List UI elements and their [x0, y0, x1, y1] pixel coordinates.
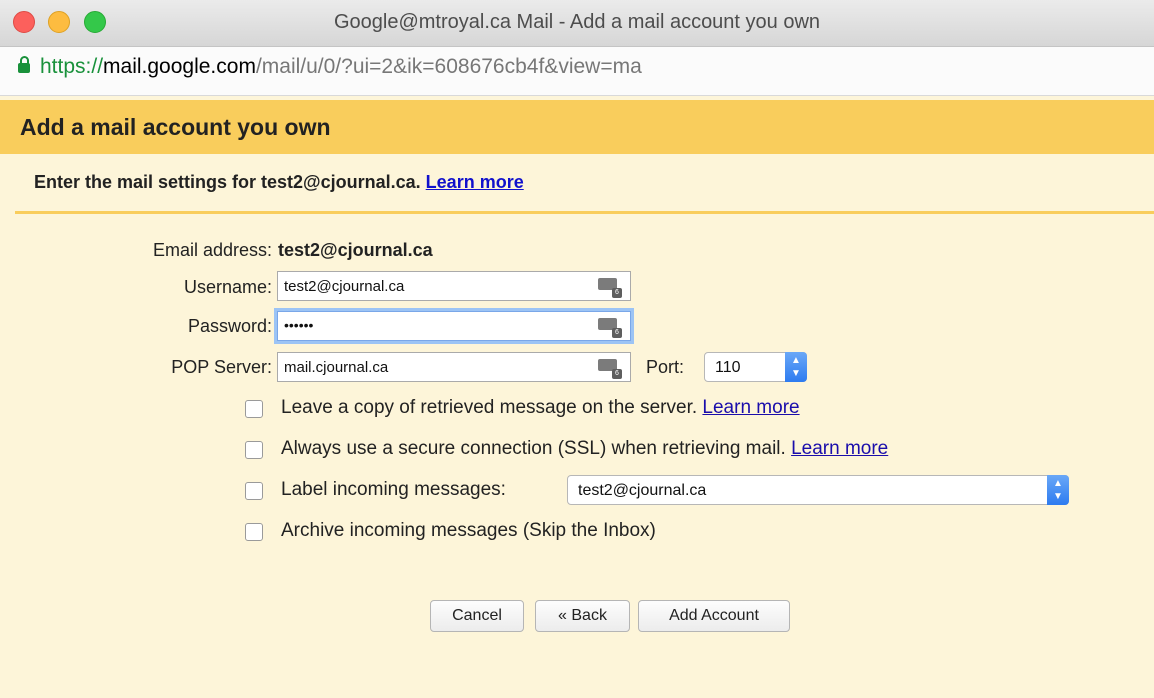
pop-server-value: mail.cjournal.ca: [284, 359, 389, 376]
username-value: test2@cjournal.ca: [284, 278, 405, 295]
leave-copy-label: Leave a copy of retrieved message on the…: [281, 397, 698, 418]
divider: [15, 211, 1154, 214]
learn-more-link[interactable]: Learn more: [426, 172, 524, 192]
url-path: /mail/u/0/?ui=2&ik=608676cb4f&view=ma: [255, 55, 642, 78]
url-text[interactable]: https://mail.google.com/mail/u/0/?ui=2&i…: [40, 55, 642, 79]
instructions-text: Enter the mail settings for test2@cjourn…: [34, 172, 421, 192]
label-select-value: test2@cjournal.ca: [578, 482, 707, 499]
url-host: mail.google.com: [103, 55, 256, 78]
archive-checkbox[interactable]: [245, 523, 263, 541]
port-select[interactable]: 110 ▲ ▼: [704, 352, 807, 382]
chevron-updown-icon: ▲ ▼: [1047, 475, 1069, 505]
leave-copy-option: Leave a copy of retrieved message on the…: [281, 397, 800, 419]
leave-copy-learn-more-link[interactable]: Learn more: [702, 397, 799, 418]
add-account-button[interactable]: Add Account: [638, 600, 790, 632]
password-manager-icon[interactable]: 6: [598, 277, 622, 298]
archive-label: Archive incoming messages (Skip the Inbo…: [281, 520, 656, 541]
url-scheme: https://: [40, 55, 104, 78]
password-field[interactable]: •••••• 6: [277, 311, 631, 341]
instructions: Enter the mail settings for test2@cjourn…: [34, 172, 524, 193]
ssl-learn-more-link[interactable]: Learn more: [791, 438, 888, 459]
password-manager-icon[interactable]: 6: [598, 317, 622, 338]
password-value: ••••••: [284, 317, 314, 333]
password-label: Password:: [187, 316, 272, 336]
label-select[interactable]: test2@cjournal.ca ▲ ▼: [567, 475, 1069, 505]
username-label: Username:: [183, 277, 272, 297]
window-titlebar: Google@mtroyal.ca Mail - Add a mail acco…: [0, 0, 1154, 47]
email-label: Email address:: [152, 240, 272, 260]
leave-copy-checkbox[interactable]: [245, 400, 263, 418]
cancel-button[interactable]: Cancel: [430, 600, 524, 632]
email-value: test2@cjournal.ca: [278, 240, 433, 260]
pop-server-field[interactable]: mail.cjournal.ca 6: [277, 352, 631, 382]
back-button[interactable]: « Back: [535, 600, 630, 632]
username-field[interactable]: test2@cjournal.ca 6: [277, 271, 631, 301]
port-label: Port:: [646, 357, 685, 377]
dialog-header: Add a mail account you own: [0, 100, 1154, 154]
port-value: 110: [715, 359, 741, 376]
ssl-label: Always use a secure connection (SSL) whe…: [281, 438, 786, 459]
address-bar[interactable]: https://mail.google.com/mail/u/0/?ui=2&i…: [0, 47, 1154, 96]
window-title: Google@mtroyal.ca Mail - Add a mail acco…: [333, 11, 821, 33]
password-manager-icon[interactable]: 6: [598, 358, 622, 379]
dialog-title: Add a mail account you own: [20, 114, 331, 140]
pop-server-label: POP Server:: [171, 357, 272, 377]
label-incoming-checkbox[interactable]: [245, 482, 263, 500]
chevron-updown-icon: ▲ ▼: [785, 352, 807, 382]
ssl-checkbox[interactable]: [245, 441, 263, 459]
lock-icon: [18, 56, 30, 73]
ssl-option: Always use a secure connection (SSL) whe…: [281, 438, 888, 460]
label-incoming-label: Label incoming messages:: [281, 479, 506, 500]
